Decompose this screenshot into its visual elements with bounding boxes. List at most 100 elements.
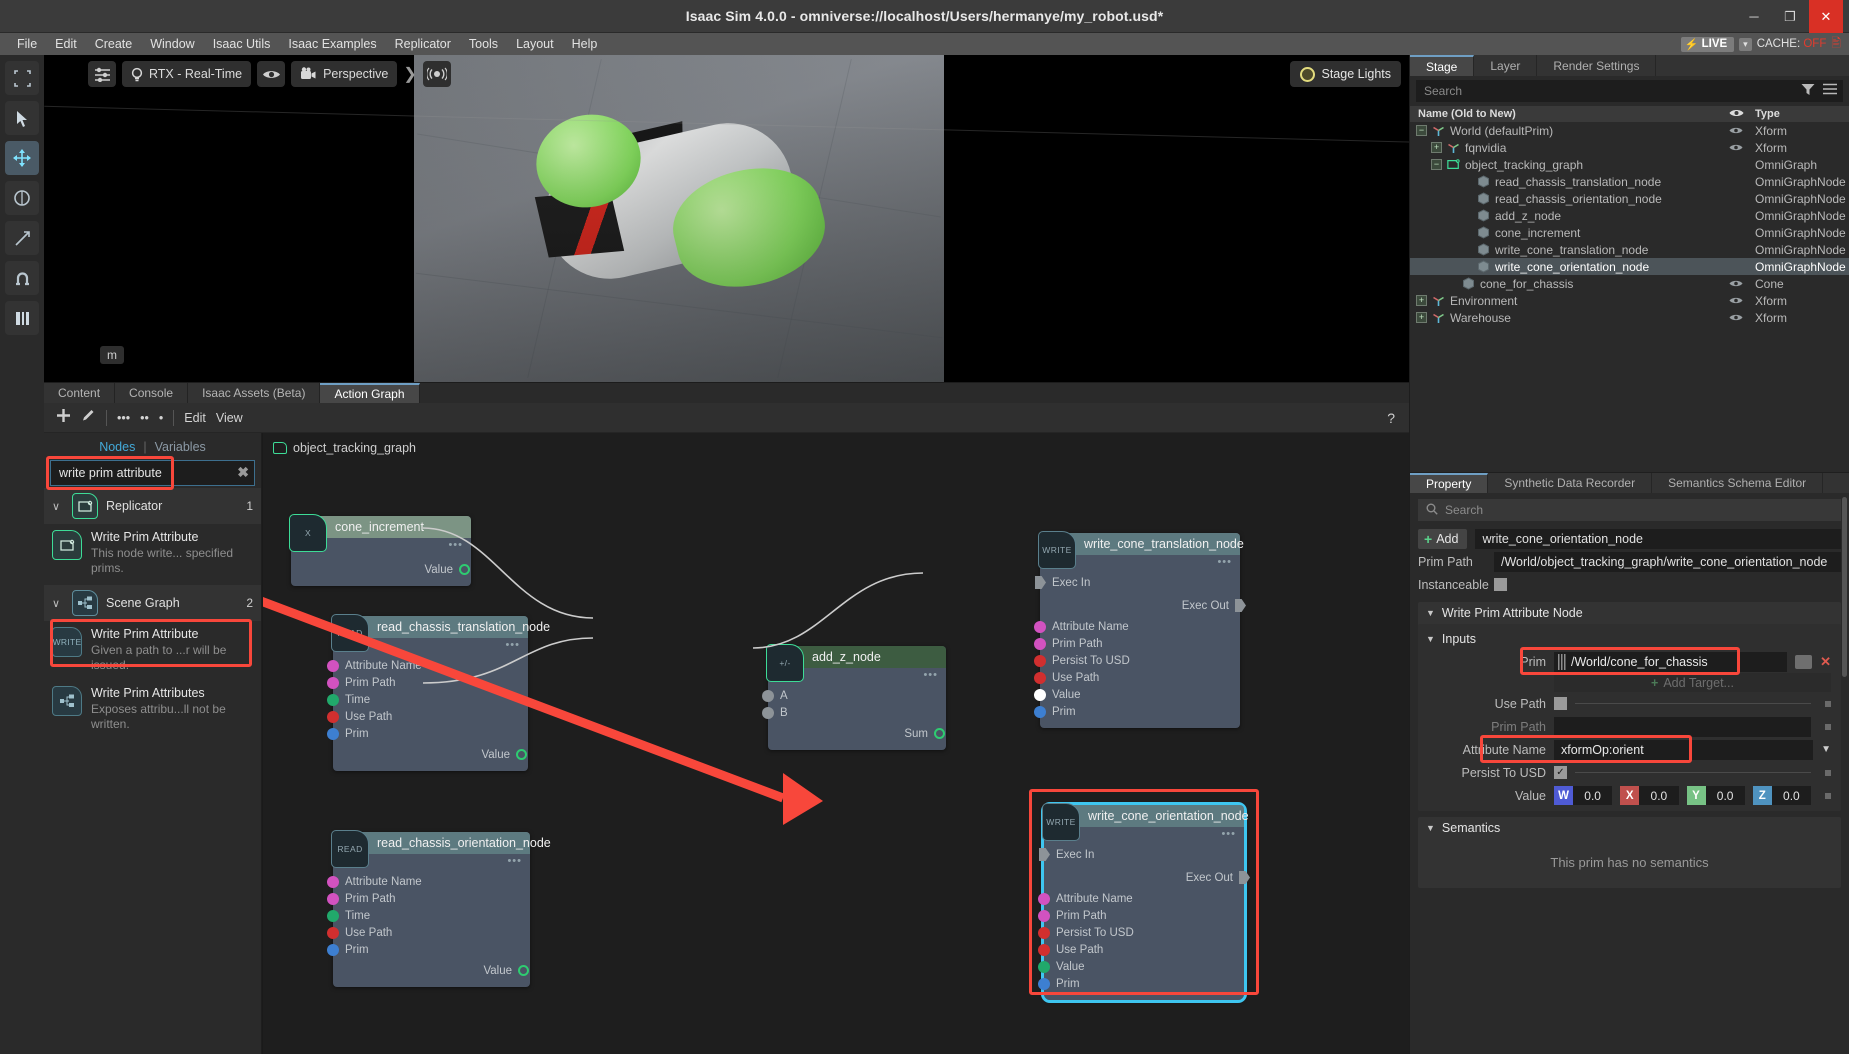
help-icon[interactable]: ? xyxy=(1387,410,1395,426)
visibility-toggle-icon[interactable] xyxy=(1723,126,1749,135)
menu-item-isaac-utils[interactable]: Isaac Utils xyxy=(204,33,280,55)
node-port-input[interactable]: Use Path xyxy=(327,708,528,725)
stage-tree-row[interactable]: − World (defaultPrim) Xform xyxy=(1410,122,1849,139)
browse-folder-icon[interactable] xyxy=(1795,654,1813,669)
stage-tree-row[interactable]: + Environment Xform xyxy=(1410,292,1849,309)
node-port-input[interactable]: Time xyxy=(327,907,530,924)
node-port-input[interactable]: Value xyxy=(1038,958,1244,975)
tab-semantics-schema-editor[interactable]: Semantics Schema Editor xyxy=(1652,473,1824,493)
node-port-input[interactable]: A xyxy=(762,687,946,704)
graph-node[interactable]: READ read_chassis_translation_node ••• Attr… xyxy=(327,614,550,771)
stage-tree-row[interactable]: add_z_node OmniGraphNode xyxy=(1410,207,1849,224)
tab-nodes[interactable]: Nodes xyxy=(99,440,135,454)
graph-menu-dots-1[interactable]: ••• xyxy=(117,411,130,425)
graph-view-menu[interactable]: View xyxy=(216,411,243,425)
reset-marker[interactable] xyxy=(1825,700,1831,707)
chevron-right-icon[interactable]: ❯ xyxy=(403,64,416,84)
minimize-button[interactable]: ─ xyxy=(1737,0,1771,33)
node-port-input[interactable]: Prim xyxy=(327,941,530,958)
node-port-output[interactable]: Value xyxy=(333,962,530,979)
menu-item-layout[interactable]: Layout xyxy=(507,33,563,55)
node-port-input[interactable]: Prim xyxy=(1034,703,1240,720)
chevron-down-icon[interactable]: ∨ xyxy=(52,500,64,513)
reset-marker[interactable] xyxy=(1825,792,1831,799)
node-group-replicator[interactable]: ∨ Replicator 1 xyxy=(44,488,261,524)
translate-tool-button[interactable] xyxy=(5,141,39,175)
tree-expander[interactable]: − xyxy=(1416,125,1427,136)
attribute-dropdown-icon[interactable]: ▼ xyxy=(1821,744,1831,755)
node-port-input[interactable]: Attribute Name xyxy=(327,657,528,674)
node-port-output[interactable]: Value xyxy=(333,746,528,763)
viewport-settings-button[interactable] xyxy=(88,61,116,87)
node-port-input[interactable]: Use Path xyxy=(1034,669,1240,686)
tab-layer[interactable]: Layer xyxy=(1474,55,1538,76)
node-group-scene-graph[interactable]: ∨ Scene Graph 2 xyxy=(44,585,261,621)
column-header-name[interactable]: Name (Old to New) xyxy=(1410,108,1723,120)
instanceable-checkbox[interactable] xyxy=(1494,578,1507,591)
add-property-button[interactable]: + Add xyxy=(1418,528,1468,549)
node-section-header[interactable]: ▼ Write Prim Attribute Node xyxy=(1418,602,1841,624)
add-node-button[interactable] xyxy=(56,408,71,427)
node-port-exec-out[interactable]: Exec Out xyxy=(1044,869,1250,886)
sensor-toggle-button[interactable] xyxy=(422,61,451,87)
property-search-input[interactable]: Search xyxy=(1418,499,1841,521)
tree-expander[interactable]: + xyxy=(1416,295,1427,306)
node-port-input[interactable]: Value xyxy=(1034,686,1240,703)
physics-tool-button[interactable] xyxy=(5,301,39,335)
stage-search-input[interactable]: Search xyxy=(1416,80,1843,102)
snap-tool-button[interactable] xyxy=(5,261,39,295)
menu-item-edit[interactable]: Edit xyxy=(46,33,86,55)
live-dropdown-button[interactable]: ▾ xyxy=(1739,37,1752,51)
close-button[interactable]: ✕ xyxy=(1809,0,1843,33)
node-port-input[interactable]: Prim Path xyxy=(1034,635,1240,652)
menu-item-window[interactable]: Window xyxy=(141,33,203,55)
stage-tree-row[interactable]: + Warehouse Xform xyxy=(1410,309,1849,326)
node-library-item-write-prim-attribute-scene-graph[interactable]: WRITE Write Prim Attribute Given a path … xyxy=(44,621,261,680)
drag-handle-icon[interactable] xyxy=(1558,653,1567,670)
node-port-input[interactable]: Attribute Name xyxy=(327,873,530,890)
menu-item-isaac-examples[interactable]: Isaac Examples xyxy=(279,33,385,55)
tree-expander[interactable]: + xyxy=(1431,142,1442,153)
node-port-input[interactable]: Prim xyxy=(1038,975,1244,992)
graph-canvas[interactable]: object_tracking_graph Xcone_increment •••… xyxy=(262,433,1409,1054)
tab-stage[interactable]: Stage xyxy=(1410,55,1475,76)
filter-icon[interactable] xyxy=(1801,83,1815,99)
node-port-output[interactable]: Sum xyxy=(768,725,946,742)
column-header-type[interactable]: Type xyxy=(1749,108,1849,120)
graph-node[interactable]: Xcone_increment ••• Value xyxy=(289,514,471,586)
tree-expander[interactable]: + xyxy=(1416,312,1427,323)
menu-item-file[interactable]: File xyxy=(8,33,46,55)
document-icon[interactable]: 🖹 xyxy=(1831,34,1841,55)
visibility-toggle-icon[interactable] xyxy=(1723,296,1749,305)
stage-tree-row[interactable]: read_chassis_orientation_node OmniGraphNo… xyxy=(1410,190,1849,207)
stage-tree-row[interactable]: cone_for_chassis Cone xyxy=(1410,275,1849,292)
hamburger-icon[interactable] xyxy=(1823,83,1837,99)
stage-tree-row[interactable]: + fqnvidia Xform xyxy=(1410,139,1849,156)
stage-tree-row[interactable]: − object_tracking_graph OmniGraph xyxy=(1410,156,1849,173)
input-prim-path-field[interactable] xyxy=(1554,716,1811,737)
node-port-input[interactable]: Prim Path xyxy=(327,890,530,907)
stage-tree-row[interactable]: write_cone_orientation_node OmniGraphNode xyxy=(1410,258,1849,275)
live-button[interactable]: ⚡ LIVE xyxy=(1680,36,1735,52)
viewport-visibility-button[interactable] xyxy=(257,61,286,87)
visibility-toggle-icon[interactable] xyxy=(1723,143,1749,152)
reset-marker[interactable] xyxy=(1825,769,1831,776)
menu-item-create[interactable]: Create xyxy=(86,33,142,55)
node-port-input[interactable]: Attribute Name xyxy=(1038,890,1244,907)
value-y-field[interactable]: Y 0.0 xyxy=(1686,786,1745,805)
tab-render-settings[interactable]: Render Settings xyxy=(1537,55,1657,76)
edit-graph-button[interactable] xyxy=(81,408,96,427)
node-port-exec-out[interactable]: Exec Out xyxy=(1040,597,1246,614)
tab-variables[interactable]: Variables xyxy=(155,440,206,454)
menu-item-tools[interactable]: Tools xyxy=(460,33,507,55)
node-search-input[interactable]: write prim attribute xyxy=(50,460,255,486)
stage-lights-button[interactable]: Stage Lights xyxy=(1289,61,1401,87)
node-port-input[interactable]: Prim Path xyxy=(1038,907,1244,924)
reset-marker[interactable] xyxy=(1825,723,1831,730)
remove-target-icon[interactable]: ✕ xyxy=(1820,654,1831,670)
menu-item-replicator[interactable]: Replicator xyxy=(386,33,460,55)
graph-menu-dots-2[interactable]: •• xyxy=(140,411,149,425)
prim-name-field[interactable]: write_cone_orientation_node xyxy=(1475,528,1841,549)
node-port-input[interactable]: Prim Path xyxy=(327,674,528,691)
prim-path-field[interactable]: /World/object_tracking_graph/write_cone_… xyxy=(1494,551,1841,572)
